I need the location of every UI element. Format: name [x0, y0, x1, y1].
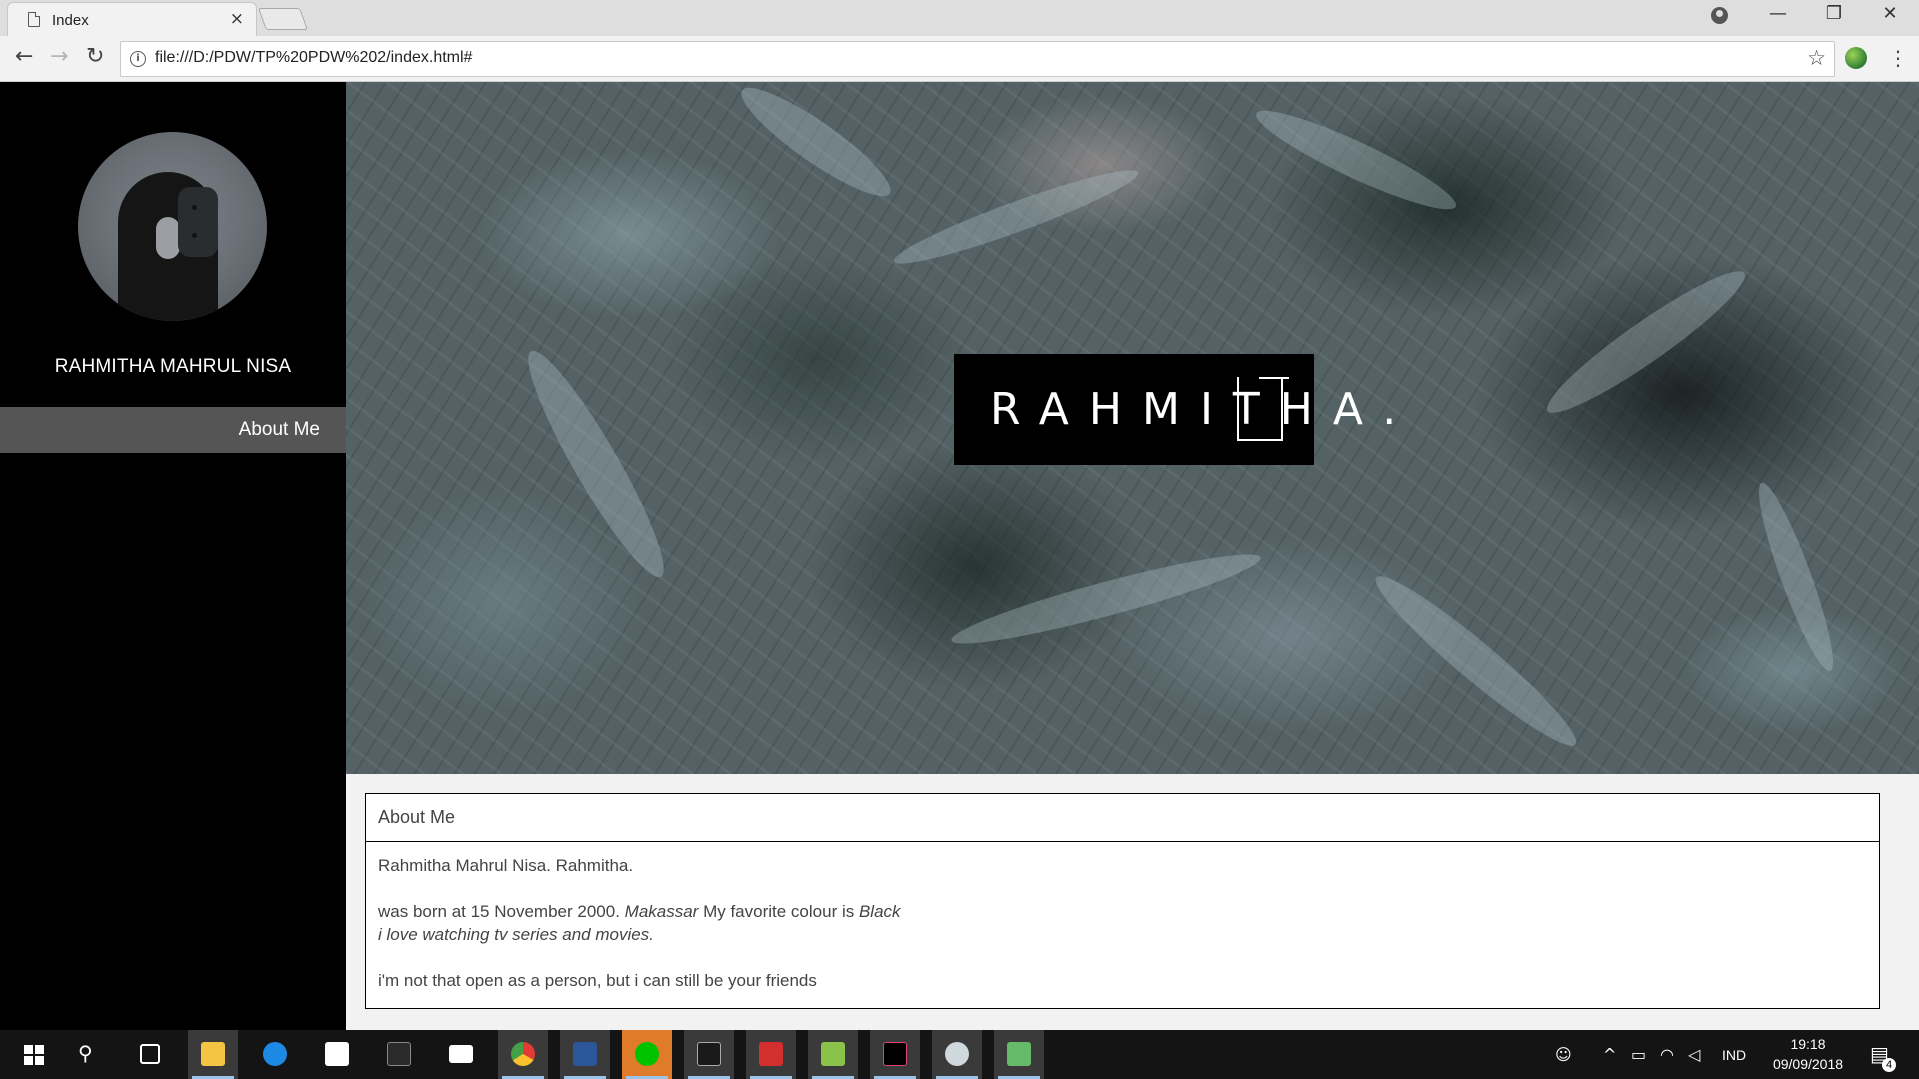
taskbar-photoscape[interactable] — [932, 1030, 982, 1079]
about-colour-text: My favorite colour is — [698, 902, 859, 921]
taskbar-edge[interactable] — [250, 1030, 300, 1079]
about-born-text: was born at 15 November 2000. — [378, 902, 625, 921]
edge-icon — [263, 1042, 287, 1066]
taskbar-file-explorer[interactable] — [188, 1030, 238, 1079]
tab-close-icon[interactable]: × — [230, 9, 244, 29]
page-viewport: RAHMITHA MAHRUL NISA About Me RAHMITHA. … — [0, 82, 1919, 1030]
browser-titlebar: Index × — ❐ ✕ — [0, 0, 1919, 36]
browser-toolbar: ← → ↻ i file:///D:/PDW/TP%20PDW%202/inde… — [0, 36, 1919, 82]
sidebar-item-about-me[interactable]: About Me — [0, 407, 346, 453]
start-button[interactable] — [5, 1030, 55, 1079]
taskbar-word[interactable] — [560, 1030, 610, 1079]
card-title: About Me — [366, 794, 1879, 842]
windows-logo-icon — [24, 1045, 45, 1065]
store-icon — [325, 1042, 349, 1066]
taskbar-chrome[interactable] — [498, 1030, 548, 1079]
about-colour-value: Black — [858, 902, 901, 921]
site-logo: RAHMITHA. — [954, 354, 1396, 465]
logo-text: RAHMITHA. — [990, 384, 1417, 435]
about-line-name: Rahmitha Mahrul Nisa. Rahmitha. — [378, 856, 634, 875]
taskbar-intellij[interactable] — [870, 1030, 920, 1079]
address-bar[interactable]: i file:///D:/PDW/TP%20PDW%202/index.html… — [120, 41, 1835, 77]
back-icon[interactable]: ← — [15, 44, 33, 69]
task-view-button[interactable] — [125, 1030, 175, 1079]
sidebar-item-label[interactable]: About Me — [239, 419, 320, 441]
taskbar-mail[interactable] — [436, 1030, 486, 1079]
close-window-button[interactable]: ✕ — [1870, 3, 1910, 33]
about-me-card: About Me Rahmitha Mahrul Nisa. Rahmitha.… — [365, 793, 1880, 1009]
taskbar-store[interactable] — [312, 1030, 362, 1079]
about-hobby: i love watching tv series and movies. — [378, 925, 654, 944]
forward-icon[interactable]: → — [50, 44, 68, 69]
volume-icon[interactable]: ◁ — [1688, 1045, 1700, 1064]
profile-icon[interactable] — [1711, 7, 1728, 24]
minimize-button[interactable]: — — [1758, 3, 1798, 33]
clock-date: 09/09/2018 — [1772, 1056, 1844, 1072]
notification-count: 4 — [1882, 1058, 1896, 1072]
url-text[interactable]: file:///D:/PDW/TP%20PDW%202/index.html# — [155, 49, 472, 67]
people-icon[interactable]: ☺ — [1555, 1045, 1572, 1064]
battery-icon[interactable]: ▭ — [1631, 1045, 1646, 1064]
task-view-icon — [140, 1044, 160, 1064]
bookmark-star-icon[interactable]: ☆ — [1807, 46, 1826, 70]
about-line-friends: i'm not that open as a person, but i can… — [378, 971, 817, 990]
language-indicator[interactable]: IND — [1722, 1047, 1746, 1063]
tab-title: Index — [52, 12, 89, 29]
search-button[interactable]: ⚲ — [64, 1030, 114, 1079]
cmd-icon — [697, 1042, 721, 1066]
taskbar-acrobat[interactable] — [746, 1030, 796, 1079]
taskbar-notepad-plus[interactable] — [808, 1030, 858, 1079]
line-icon — [635, 1042, 659, 1066]
word-icon — [573, 1042, 597, 1066]
clock-time: 19:18 — [1790, 1036, 1826, 1052]
folder-icon — [201, 1042, 225, 1066]
acrobat-icon — [759, 1042, 783, 1066]
logo-frame — [1237, 377, 1289, 441]
sidebar: RAHMITHA MAHRUL NISA About Me — [0, 82, 346, 1030]
windows-taskbar: ⚲ ☺ ^ ▭ ◠ ◁ IND 19:18 09/09/2018 ▤ 4 — [0, 1030, 1919, 1079]
mail-icon — [449, 1045, 473, 1063]
reload-icon[interactable]: ↻ — [86, 44, 104, 69]
green-app-icon — [1007, 1042, 1031, 1066]
about-city: Makassar — [624, 902, 699, 921]
chrome-menu-icon[interactable]: ⋮ — [1888, 46, 1908, 70]
taskbar-line[interactable] — [622, 1030, 672, 1079]
hero-banner: RAHMITHA. — [346, 82, 1919, 774]
netbeans-icon — [387, 1042, 411, 1066]
taskbar-cmd[interactable] — [684, 1030, 734, 1079]
photoscape-icon — [945, 1042, 969, 1066]
new-tab-button[interactable] — [257, 8, 309, 30]
card-body: Rahmitha Mahrul Nisa. Rahmitha. was born… — [366, 842, 1879, 1004]
chrome-icon — [511, 1042, 535, 1066]
page-icon — [28, 12, 40, 27]
intellij-icon — [883, 1042, 907, 1066]
search-icon: ⚲ — [78, 1041, 93, 1065]
browser-tab[interactable]: Index × — [7, 2, 257, 36]
avatar — [78, 132, 267, 321]
extension-icon[interactable] — [1845, 47, 1867, 69]
restore-button[interactable]: ❐ — [1814, 3, 1854, 33]
tray-chevron-icon[interactable]: ^ — [1603, 1045, 1616, 1064]
wifi-icon[interactable]: ◠ — [1660, 1045, 1674, 1064]
notepad-plus-icon — [821, 1042, 845, 1066]
taskbar-app-green[interactable] — [994, 1030, 1044, 1079]
about-paragraph: was born at 15 November 2000. Makassar M… — [378, 900, 1867, 946]
taskbar-netbeans[interactable] — [374, 1030, 424, 1079]
info-icon[interactable]: i — [130, 51, 146, 67]
profile-name: RAHMITHA MAHRUL NISA — [54, 356, 292, 377]
